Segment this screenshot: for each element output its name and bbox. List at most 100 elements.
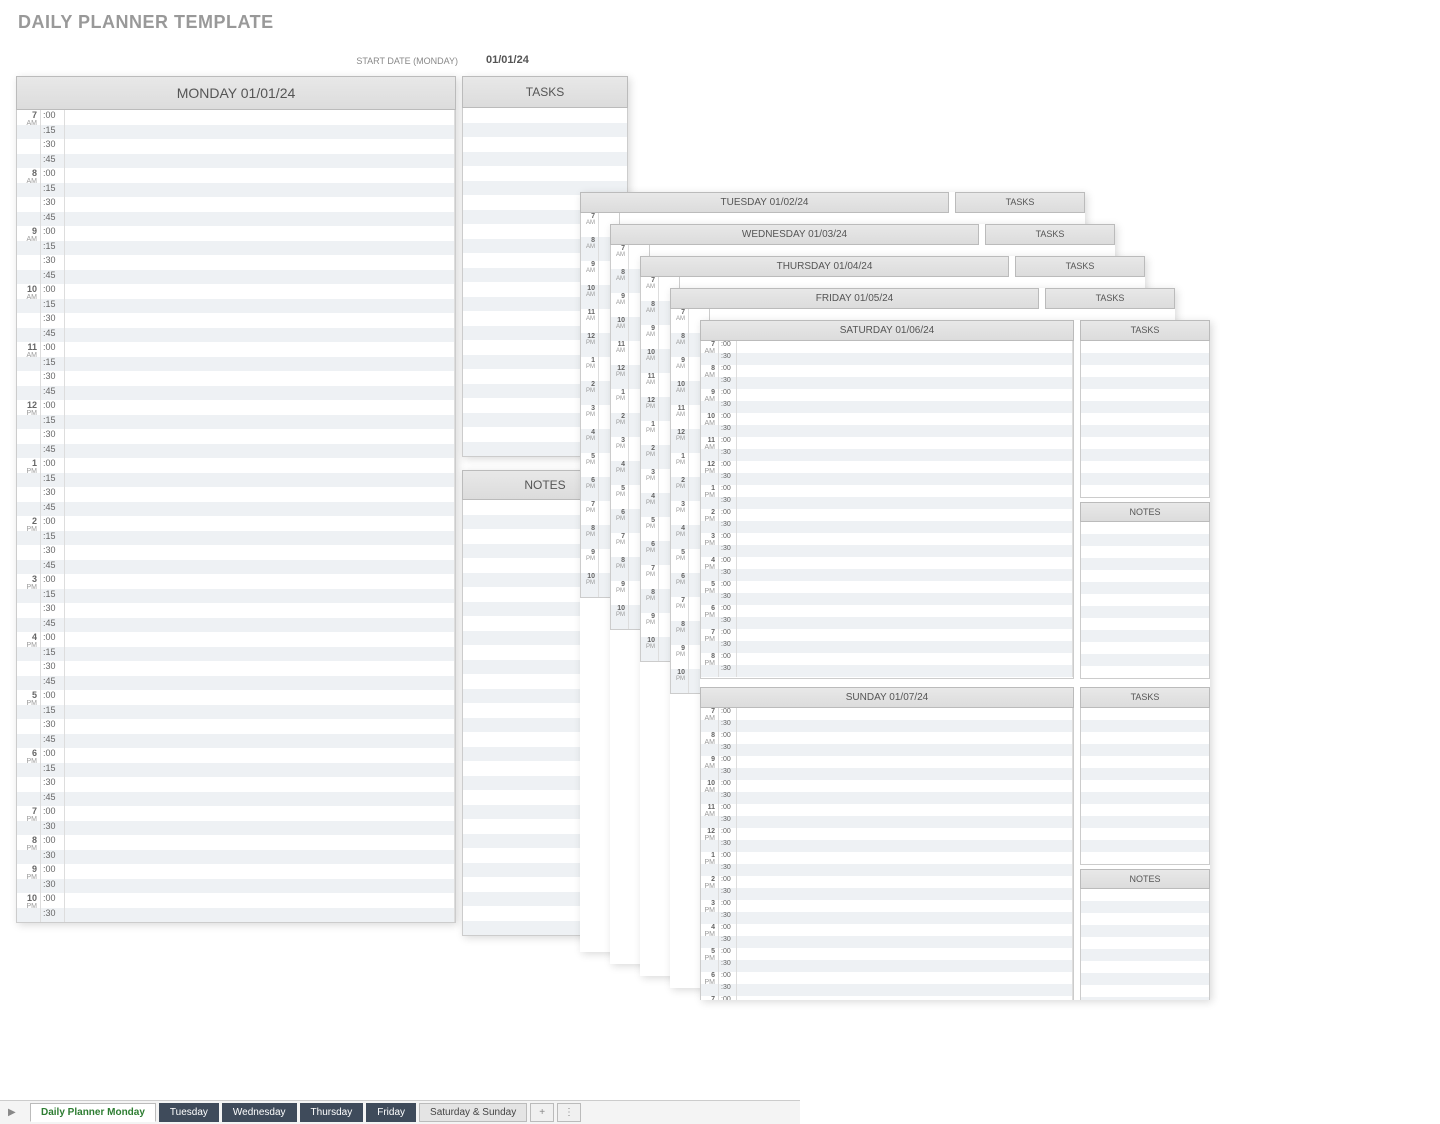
slot-cell[interactable] <box>65 734 455 749</box>
task-row[interactable] <box>1081 961 1209 973</box>
slot-cell[interactable] <box>737 984 1073 996</box>
slot-cell[interactable] <box>65 792 455 807</box>
tab-nav-arrow-icon[interactable]: ▶ <box>8 1107 16 1118</box>
time-row[interactable]: :30 <box>17 719 455 734</box>
time-row[interactable]: :30 <box>17 139 455 154</box>
time-row[interactable]: 7PM:00 <box>701 629 1073 641</box>
task-row[interactable] <box>1081 720 1209 732</box>
slot-cell[interactable] <box>65 371 455 386</box>
task-row[interactable] <box>1081 425 1209 437</box>
slot-cell[interactable] <box>737 900 1073 912</box>
time-row[interactable]: :30 <box>17 603 455 618</box>
time-row[interactable]: 11AM:00 <box>17 342 455 357</box>
slot-cell[interactable] <box>737 876 1073 888</box>
time-row[interactable]: 7AM:00 <box>701 708 1073 720</box>
task-row[interactable] <box>1081 889 1209 901</box>
task-row[interactable] <box>1081 437 1209 449</box>
slot-cell[interactable] <box>65 676 455 691</box>
task-row[interactable] <box>1081 840 1209 852</box>
task-row[interactable] <box>1081 852 1209 864</box>
time-row[interactable]: :15 <box>17 357 455 372</box>
slot-cell[interactable] <box>737 473 1073 485</box>
slot-cell[interactable] <box>65 473 455 488</box>
task-row[interactable] <box>1081 353 1209 365</box>
time-row[interactable]: 9AM:00 <box>17 226 455 241</box>
slot-cell[interactable] <box>737 425 1073 437</box>
slot-cell[interactable] <box>65 748 455 763</box>
slot-cell[interactable] <box>65 183 455 198</box>
slot-cell[interactable] <box>65 139 455 154</box>
notes-list-saturday[interactable] <box>1080 522 1210 679</box>
start-date-value[interactable]: 01/01/24 <box>486 54 529 66</box>
time-row[interactable]: :30 <box>701 984 1073 996</box>
slot-cell[interactable] <box>65 618 455 633</box>
slot-cell[interactable] <box>65 342 455 357</box>
slot-cell[interactable] <box>65 212 455 227</box>
time-row[interactable]: 5PM:00 <box>701 581 1073 593</box>
slot-cell[interactable] <box>65 241 455 256</box>
time-row[interactable]: :30 <box>701 912 1073 924</box>
time-row[interactable]: 11AM:00 <box>701 437 1073 449</box>
time-row[interactable]: 2PM:00 <box>701 876 1073 888</box>
time-row[interactable]: 3PM:00 <box>701 900 1073 912</box>
slot-cell[interactable] <box>737 581 1073 593</box>
time-row[interactable]: :30 <box>701 816 1073 828</box>
slot-cell[interactable] <box>65 429 455 444</box>
task-row[interactable] <box>1081 744 1209 756</box>
slot-cell[interactable] <box>737 593 1073 605</box>
task-row[interactable] <box>1081 997 1209 1000</box>
time-row[interactable]: :30 <box>701 497 1073 509</box>
task-row[interactable] <box>1081 828 1209 840</box>
time-row[interactable]: 10AM:00 <box>701 780 1073 792</box>
slot-cell[interactable] <box>65 357 455 372</box>
time-row[interactable]: 8AM:00 <box>701 732 1073 744</box>
time-row[interactable]: :45 <box>17 386 455 401</box>
time-row[interactable]: 7AM:00 <box>701 341 1073 353</box>
slot-cell[interactable] <box>65 255 455 270</box>
slot-cell[interactable] <box>737 653 1073 665</box>
time-row[interactable]: 11AM:00 <box>701 804 1073 816</box>
slot-cell[interactable] <box>65 386 455 401</box>
task-row[interactable] <box>1081 925 1209 937</box>
slot-cell[interactable] <box>737 413 1073 425</box>
slot-cell[interactable] <box>737 936 1073 948</box>
slot-cell[interactable] <box>737 720 1073 732</box>
slot-cell[interactable] <box>737 605 1073 617</box>
sheet-tab[interactable]: Wednesday <box>222 1103 297 1122</box>
time-row[interactable]: 12PM:00 <box>17 400 455 415</box>
slot-cell[interactable] <box>737 768 1073 780</box>
time-row[interactable]: 9AM:00 <box>701 389 1073 401</box>
task-row[interactable] <box>1081 630 1209 642</box>
time-row[interactable]: :15 <box>17 589 455 604</box>
time-row[interactable]: :30 <box>701 617 1073 629</box>
slot-cell[interactable] <box>65 328 455 343</box>
time-row[interactable]: :45 <box>17 792 455 807</box>
time-row[interactable]: 1PM:00 <box>701 485 1073 497</box>
slot-cell[interactable] <box>737 509 1073 521</box>
slot-cell[interactable] <box>65 110 455 125</box>
task-row[interactable] <box>1081 973 1209 985</box>
slot-cell[interactable] <box>65 125 455 140</box>
slot-cell[interactable] <box>737 828 1073 840</box>
slot-cell[interactable] <box>65 690 455 705</box>
slot-cell[interactable] <box>737 708 1073 720</box>
task-row[interactable] <box>1081 594 1209 606</box>
time-row[interactable]: 1PM:00 <box>701 852 1073 864</box>
time-row[interactable]: :30 <box>701 960 1073 972</box>
time-row[interactable]: :45 <box>17 328 455 343</box>
time-row[interactable]: :45 <box>17 270 455 285</box>
time-row[interactable]: 4PM:00 <box>701 557 1073 569</box>
slot-cell[interactable] <box>737 912 1073 924</box>
slot-cell[interactable] <box>65 400 455 415</box>
task-row[interactable] <box>1081 792 1209 804</box>
time-row[interactable]: 4PM:00 <box>17 632 455 647</box>
slot-cell[interactable] <box>737 485 1073 497</box>
time-row[interactable]: :30 <box>701 545 1073 557</box>
slot-cell[interactable] <box>65 632 455 647</box>
time-row[interactable]: :30 <box>17 850 455 865</box>
task-row[interactable] <box>1081 708 1209 720</box>
sheet-tab[interactable]: Thursday <box>300 1103 364 1122</box>
time-row[interactable]: 6PM:00 <box>701 605 1073 617</box>
task-row[interactable] <box>1081 913 1209 925</box>
time-row[interactable]: :30 <box>701 888 1073 900</box>
